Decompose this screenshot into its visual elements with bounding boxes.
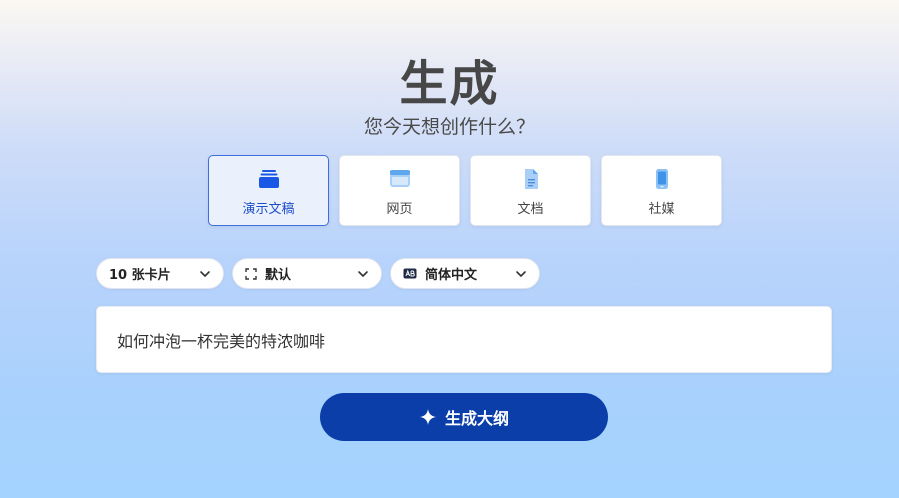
chevron-down-icon (199, 268, 211, 280)
layout-value: 默认 (265, 268, 292, 283)
type-card-label: 社媒 (648, 202, 675, 217)
webpage-icon (389, 168, 411, 190)
generate-outline-button[interactable]: 生成大纲 (320, 393, 608, 441)
translate-icon (403, 268, 417, 279)
card-count-value: 10 张卡片 (109, 268, 171, 283)
type-card-document[interactable]: 文档 (470, 155, 591, 226)
prompt-text: 如何冲泡一杯完美的特浓咖啡 (117, 331, 326, 351)
document-icon (520, 168, 542, 190)
type-card-label: 演示文稿 (242, 202, 295, 217)
frame-icon (245, 267, 257, 280)
page-subtitle: 您今天想创作什么？ (363, 116, 535, 138)
type-card-label: 文档 (517, 202, 544, 217)
type-card-label: 网页 (386, 202, 413, 217)
type-card-presentation[interactable]: 演示文稿 (208, 155, 329, 226)
language-value: 简体中文 (425, 268, 478, 283)
layout-dropdown[interactable]: 默认 (232, 258, 382, 289)
options-bar: 10 张卡片 默认 简体中文 (96, 258, 540, 289)
generate-outline-label: 生成大纲 (444, 409, 509, 428)
content-type-selector: 演示文稿 网页 文档 社媒 (208, 155, 722, 226)
chevron-down-icon (357, 268, 369, 280)
page-title: 生成 (399, 56, 500, 112)
chevron-down-icon (515, 268, 527, 280)
type-card-webpage[interactable]: 网页 (339, 155, 460, 226)
sparkle-icon (419, 408, 437, 426)
card-count-dropdown[interactable]: 10 张卡片 (96, 258, 224, 289)
presentation-icon (258, 168, 280, 190)
social-media-icon (651, 168, 673, 190)
type-card-social[interactable]: 社媒 (601, 155, 722, 226)
language-dropdown[interactable]: 简体中文 (390, 258, 540, 289)
prompt-input[interactable]: 如何冲泡一杯完美的特浓咖啡 (96, 306, 832, 373)
